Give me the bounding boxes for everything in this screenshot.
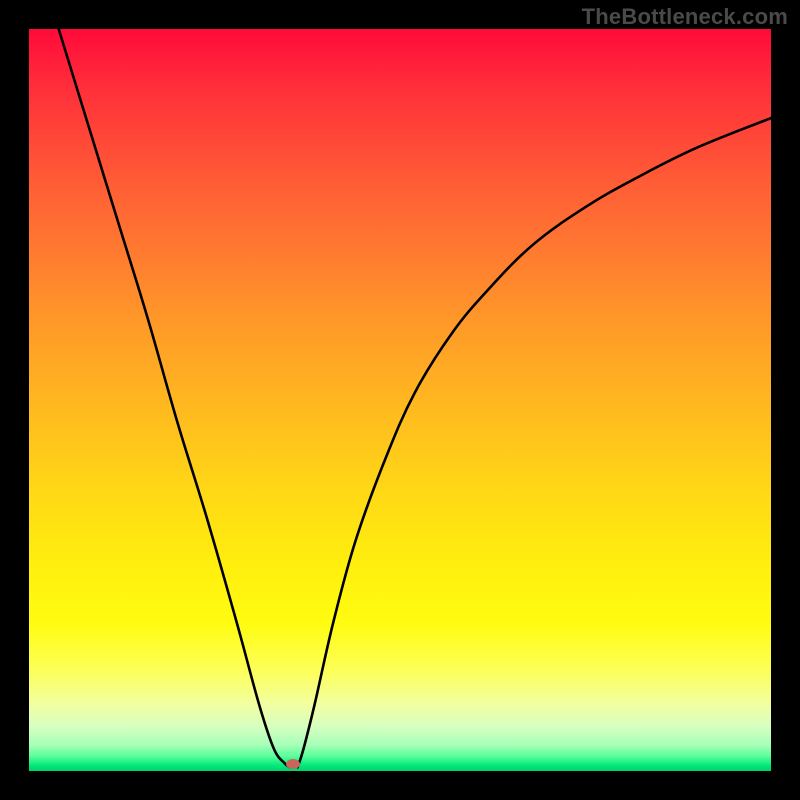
bottleneck-curve	[29, 29, 771, 771]
optimum-marker	[286, 759, 300, 769]
plot-area	[29, 29, 771, 771]
watermark-text: TheBottleneck.com	[582, 4, 788, 30]
chart-frame: TheBottleneck.com	[0, 0, 800, 800]
